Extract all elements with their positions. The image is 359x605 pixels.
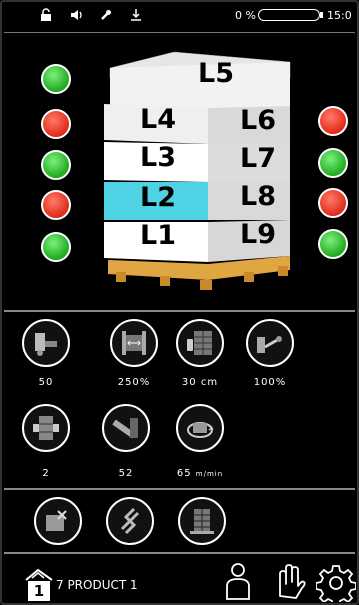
reinforce-icon — [120, 507, 140, 535]
overlap-button[interactable] — [22, 404, 70, 452]
prestretch-roller-button[interactable] — [22, 319, 70, 367]
film-roll-icon — [112, 418, 138, 439]
settings-icon[interactable] — [316, 564, 356, 602]
layer-label-L7: L7 — [240, 143, 276, 174]
product-number[interactable]: 1 — [28, 581, 50, 601]
product-name[interactable]: 7 PRODUCT 1 — [56, 578, 138, 592]
film-roll-value: 52 — [118, 468, 134, 479]
wrench-icon — [98, 8, 114, 22]
product-folder-icon — [25, 568, 53, 581]
divider — [4, 310, 355, 312]
film-roll-button[interactable] — [102, 404, 150, 452]
battery-percent: 0 % — [235, 9, 256, 22]
indicator-left-2 — [41, 109, 71, 139]
download-icon — [128, 8, 144, 22]
indicator-left-4 — [41, 190, 71, 220]
divider — [4, 552, 355, 554]
prestretch-roller-icon — [35, 333, 57, 356]
divider — [4, 488, 355, 490]
indicator-right-2 — [318, 148, 348, 178]
film-cutter-icon — [257, 336, 282, 353]
layer-label-L5: L5 — [198, 58, 234, 89]
layer-label-L8: L8 — [240, 181, 276, 212]
layer-label-L6: L6 — [240, 105, 276, 136]
hand-icon[interactable] — [270, 562, 306, 600]
lock-open-icon — [38, 8, 54, 22]
layer-label-L4: L4 — [140, 104, 176, 135]
remote-control-button[interactable] — [176, 319, 224, 367]
prestretch-value: 50 — [38, 377, 54, 388]
clock: 15:0 — [327, 9, 352, 22]
battery-tip — [320, 12, 323, 18]
pallet-grid-icon — [190, 509, 214, 534]
film-tool-icon — [46, 510, 67, 531]
indicator-left-5 — [41, 232, 71, 262]
remote-control-icon — [187, 331, 212, 355]
layer-label-L9: L9 — [240, 219, 276, 250]
rotation-speed-button[interactable] — [176, 404, 224, 452]
film-cutter-value: 100% — [253, 377, 287, 388]
operator-icon[interactable] — [224, 562, 252, 600]
film-tool-button[interactable] — [34, 497, 82, 545]
reinforce-button[interactable] — [106, 497, 154, 545]
rotation-speed-unit: m/min — [195, 470, 224, 478]
layer-label-L2: L2 — [140, 182, 176, 213]
overlap-value: 2 — [42, 468, 50, 479]
divider — [4, 32, 355, 33]
indicator-left-1 — [41, 64, 71, 94]
layer-label-L1: L1 — [140, 220, 176, 251]
volume-icon — [68, 8, 84, 22]
film-width-button[interactable] — [110, 319, 158, 367]
layer-label-L3: L3 — [140, 142, 176, 173]
indicator-right-3 — [318, 188, 348, 218]
indicator-right-4 — [318, 229, 348, 259]
film-width-icon — [122, 331, 146, 355]
indicator-right-1 — [318, 106, 348, 136]
pallet-grid-button[interactable] — [178, 497, 226, 545]
film-cutter-button[interactable] — [246, 319, 294, 367]
indicator-left-3 — [41, 150, 71, 180]
rotation-speed-icon — [187, 422, 214, 438]
rotation-speed-value: 65 m/min — [176, 468, 224, 479]
overlap-icon — [33, 416, 59, 440]
remote-control-value: 30 cm — [181, 377, 219, 388]
battery-icon — [258, 9, 320, 21]
status-bar: 0 % 15:0 — [0, 0, 359, 32]
